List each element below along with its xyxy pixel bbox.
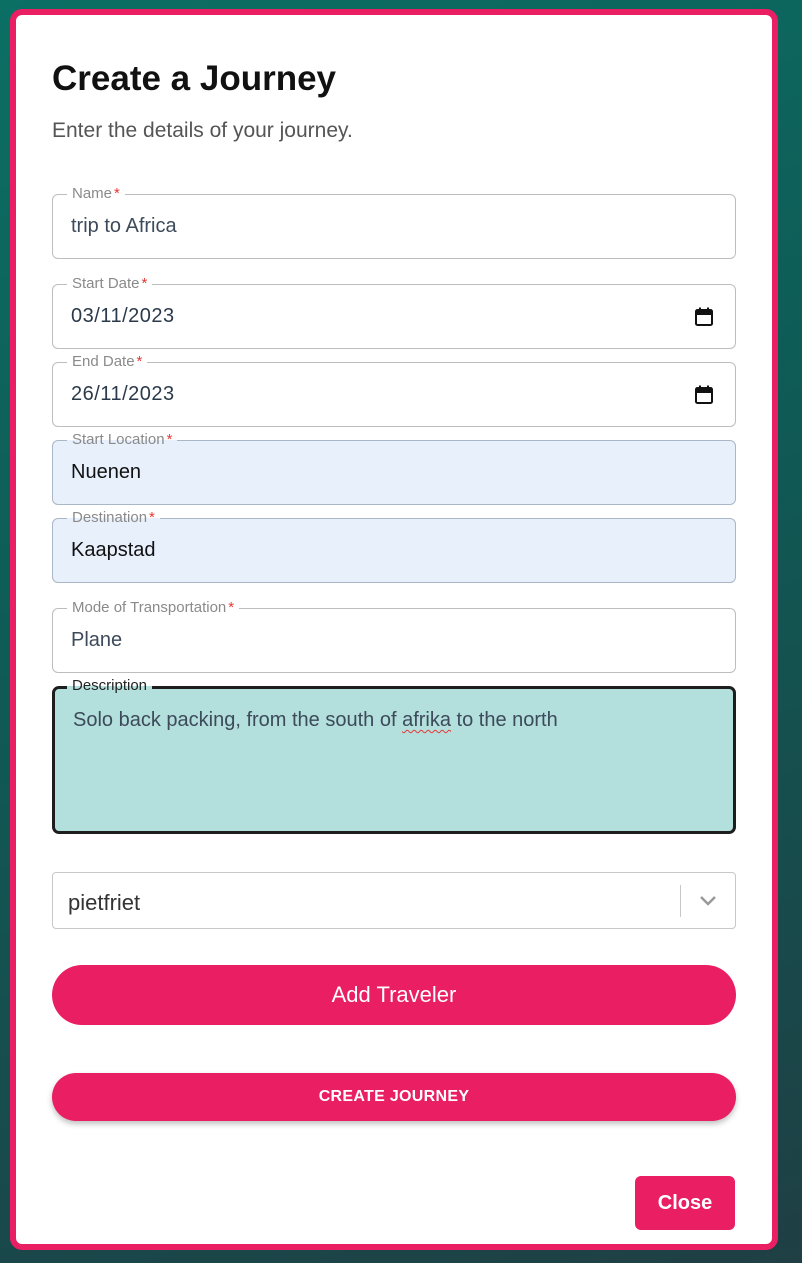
traveler-select-value: pietfriet bbox=[68, 890, 141, 915]
destination-label: Destination * bbox=[67, 509, 160, 527]
destination-value[interactable]: Kaapstad bbox=[71, 539, 156, 562]
create-journey-button[interactable]: CREATE JOURNEY bbox=[52, 1073, 736, 1121]
name-label: Name * bbox=[67, 185, 125, 203]
end-date-value[interactable]: 26/11/2023 bbox=[71, 383, 175, 406]
dialog-subtitle: Enter the details of your journey. bbox=[52, 119, 353, 142]
description-textarea[interactable]: Solo back packing, from the south of afr… bbox=[73, 709, 558, 732]
close-button[interactable]: Close bbox=[635, 1176, 735, 1230]
transportation-label: Mode of Transportation * bbox=[67, 599, 240, 617]
dialog-title: Create a Journey bbox=[52, 59, 337, 98]
transportation-field[interactable]: Mode of Transportation * Plane bbox=[52, 599, 736, 673]
start-location-label: Start Location * bbox=[67, 431, 178, 449]
calendar-icon[interactable] bbox=[695, 307, 713, 326]
create-journey-dialog: Create a Journey Enter the details of yo… bbox=[10, 9, 778, 1250]
start-location-field[interactable]: Start Location * Nuenen bbox=[52, 431, 736, 505]
destination-field[interactable]: Destination * Kaapstad bbox=[52, 509, 736, 583]
misspelled-word: afrika bbox=[402, 709, 451, 731]
start-date-value[interactable]: 03/11/2023 bbox=[71, 305, 175, 328]
traveler-select[interactable]: pietfriet bbox=[52, 872, 736, 929]
end-date-field[interactable]: End Date * 26/11/2023 bbox=[52, 353, 736, 427]
name-input-value[interactable]: trip to Africa bbox=[71, 215, 177, 238]
select-separator bbox=[680, 885, 681, 917]
start-date-field[interactable]: Start Date * 03/11/2023 bbox=[52, 275, 736, 349]
name-field[interactable]: Name * trip to Africa bbox=[52, 185, 736, 259]
description-field[interactable]: Description Solo back packing, from the … bbox=[52, 677, 736, 834]
start-date-label: Start Date * bbox=[67, 275, 153, 293]
end-date-label: End Date * bbox=[67, 353, 148, 371]
chevron-down-icon[interactable] bbox=[699, 894, 717, 908]
transportation-value[interactable]: Plane bbox=[71, 629, 122, 652]
calendar-icon[interactable] bbox=[695, 385, 713, 404]
add-traveler-button[interactable]: Add Traveler bbox=[52, 965, 736, 1025]
description-label: Description bbox=[67, 677, 153, 695]
start-location-value[interactable]: Nuenen bbox=[71, 461, 141, 484]
